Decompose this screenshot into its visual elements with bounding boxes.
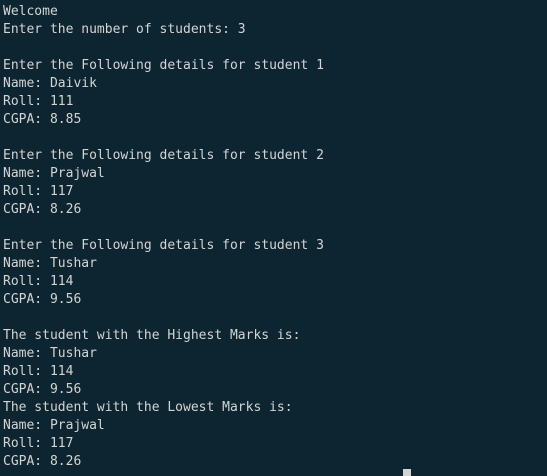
highest-roll: Roll: 114: [3, 364, 74, 379]
welcome-text: Welcome: [3, 4, 58, 19]
student-1-cgpa: CGPA: 8.85: [3, 112, 82, 127]
student-2-name: Name: Prajwal: [3, 166, 105, 181]
lowest-roll: Roll: 117: [3, 436, 74, 451]
clipped-last-line: [0, 469, 547, 476]
student-2-roll: Roll: 117: [3, 184, 74, 199]
cursor-block: [403, 469, 411, 476]
student-3-name: Name: Tushar: [3, 256, 97, 271]
student-1-header: Enter the Following details for student …: [3, 58, 324, 73]
student-2-cgpa: CGPA: 8.26: [3, 202, 82, 217]
highest-cgpa: CGPA: 9.56: [3, 382, 82, 397]
highest-header: The student with the Highest Marks is:: [3, 328, 301, 343]
highest-name: Name: Tushar: [3, 346, 97, 361]
student-3-header: Enter the Following details for student …: [3, 238, 324, 253]
student-count-prompt: Enter the number of students: 3: [3, 22, 246, 37]
student-3-cgpa: CGPA: 9.56: [3, 292, 82, 307]
terminal-window[interactable]: Welcome Enter the number of students: 3 …: [0, 0, 547, 476]
student-1-name: Name: Daivik: [3, 76, 97, 91]
student-2-header: Enter the Following details for student …: [3, 148, 324, 163]
student-1-roll: Roll: 111: [3, 94, 74, 109]
lowest-name: Name: Prajwal: [3, 418, 105, 433]
lowest-header: The student with the Lowest Marks is:: [3, 400, 293, 415]
student-3-roll: Roll: 114: [3, 274, 74, 289]
